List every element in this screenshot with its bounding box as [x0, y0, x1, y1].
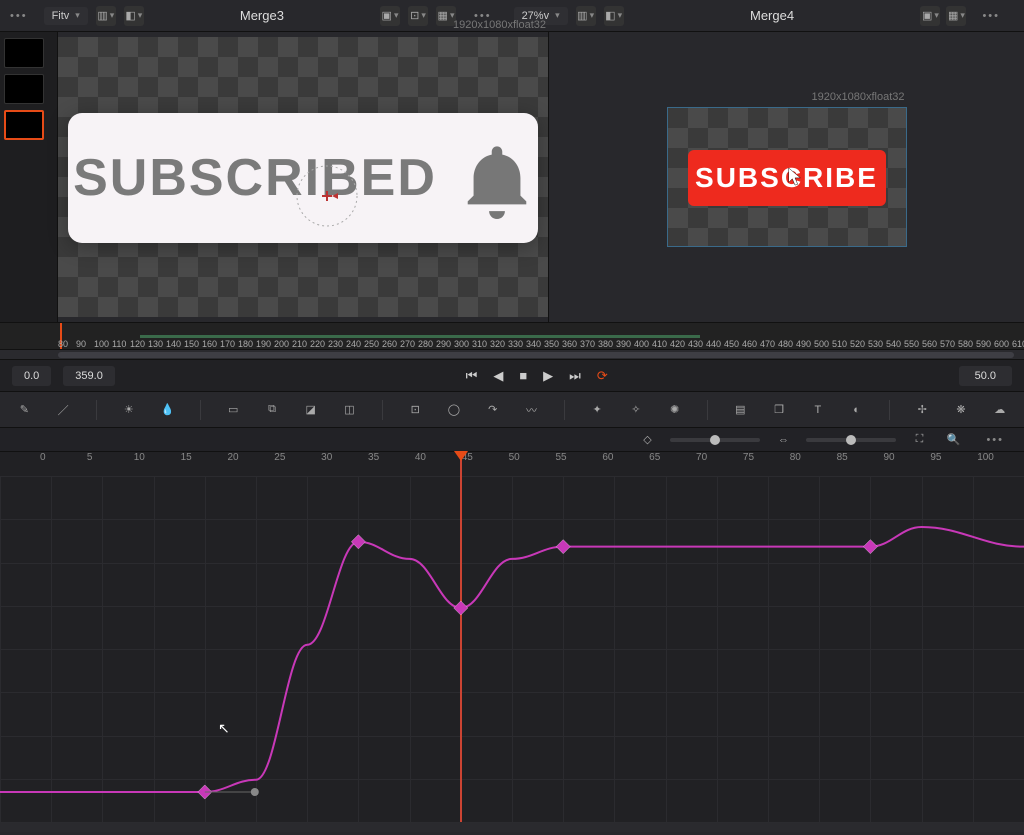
- play-button[interactable]: ▶: [543, 368, 553, 384]
- spline-scrollbar[interactable]: [0, 822, 1024, 832]
- drop-icon[interactable]: 💧: [157, 399, 178, 421]
- text-tool-icon[interactable]: T: [807, 399, 828, 421]
- snapshot-icon-b[interactable]: ▣: [920, 6, 940, 26]
- particles-icon[interactable]: ✦: [587, 399, 608, 421]
- cloud-icon[interactable]: ☁: [989, 399, 1010, 421]
- wave-icon[interactable]: 〰: [521, 399, 542, 421]
- viewer-a-title: Merge3: [152, 8, 372, 23]
- transport-bar: 0.0 359.0 ⏮ ◀ ■ ▶ ⏭ ⟳ 50.0: [0, 360, 1024, 392]
- layers-icon[interactable]: ▤: [730, 399, 751, 421]
- mouse-cursor-icon: ↖: [218, 720, 230, 737]
- more-menu-left[interactable]: •••: [0, 10, 38, 22]
- spline-editor[interactable]: 0510152025303540455055606570758085909510…: [0, 452, 1024, 822]
- cursor-icon: [786, 166, 804, 188]
- thumb-2[interactable]: [4, 74, 44, 104]
- circle-icon[interactable]: ◯: [444, 399, 465, 421]
- center-marker: [292, 161, 362, 231]
- line-tool-icon[interactable]: ／: [53, 399, 74, 421]
- fill-icon[interactable]: ◪: [300, 399, 321, 421]
- viewer-b[interactable]: 1920x1080xfloat32 SUBSCRIBE: [548, 32, 1024, 322]
- curve-icon[interactable]: ↷: [482, 399, 503, 421]
- channel-icon-b[interactable]: ◧: [604, 6, 624, 26]
- spark-icon[interactable]: ✧: [626, 399, 647, 421]
- fit-icon[interactable]: ⛶: [908, 429, 930, 451]
- mask-icon[interactable]: ◐: [846, 399, 867, 421]
- playhead-marker-icon[interactable]: [453, 450, 469, 462]
- zoom-slider-1[interactable]: [670, 438, 760, 442]
- options-icon[interactable]: ⊡: [408, 6, 428, 26]
- viewers-row: 1920x1080xfloat32 SUBSCRIBED 1920x1080xf…: [0, 32, 1024, 322]
- more-menu-b[interactable]: •••: [972, 10, 1010, 22]
- resolution-label-b: 1920x1080xfloat32: [812, 91, 905, 103]
- layout-icon[interactable]: ▥: [96, 6, 116, 26]
- handles-icon[interactable]: ⇔: [772, 429, 794, 451]
- spline-subtoolbar: ◇ ⇔ ⛶ 🔍 •••: [0, 428, 1024, 452]
- resolution-label-a: 1920x1080xfloat32: [453, 19, 546, 31]
- time-ruler[interactable]: 8090100110120130140150160170180190200210…: [0, 322, 1024, 350]
- channel-icon[interactable]: ◧: [124, 6, 144, 26]
- bell-icon: [461, 137, 533, 219]
- spline-ruler[interactable]: 0510152025303540455055606570758085909510…: [0, 452, 1024, 476]
- keyframe-nav-icon[interactable]: ◇: [636, 429, 658, 451]
- layout-icon-b[interactable]: ▥: [576, 6, 596, 26]
- snapshot-icon[interactable]: ▣: [380, 6, 400, 26]
- range-start[interactable]: 0.0: [12, 366, 51, 386]
- viewer-a[interactable]: 1920x1080xfloat32 SUBSCRIBED: [58, 32, 548, 322]
- light-icon[interactable]: ☀: [118, 399, 139, 421]
- burst-icon[interactable]: ✺: [664, 399, 685, 421]
- fit-dropdown-a[interactable]: Fitv: [44, 7, 88, 25]
- pen-tool-icon[interactable]: ✎: [14, 399, 35, 421]
- subscribed-text: SUBSCRIBED: [73, 148, 437, 208]
- fx1-icon[interactable]: ✢: [912, 399, 933, 421]
- stop-button[interactable]: ■: [519, 368, 527, 383]
- cube-icon[interactable]: ❒: [769, 399, 790, 421]
- thumb-1[interactable]: [4, 38, 44, 68]
- spline-curve[interactable]: [0, 476, 1024, 822]
- loop-button[interactable]: ⟳: [597, 368, 608, 384]
- window-icon[interactable]: ◫: [339, 399, 360, 421]
- copy-icon[interactable]: ⧉: [262, 399, 283, 421]
- goto-end-button[interactable]: ⏭: [569, 368, 581, 384]
- current-frame[interactable]: 50.0: [959, 366, 1012, 386]
- goto-start-button[interactable]: ⏮: [466, 368, 478, 384]
- zoom-slider-2[interactable]: [806, 438, 896, 442]
- preview-a-canvas: 1920x1080xfloat32 SUBSCRIBED: [58, 37, 548, 317]
- crop-icon[interactable]: ⊡: [405, 399, 426, 421]
- preview-b-canvas: SUBSCRIBE: [667, 107, 907, 247]
- step-back-button[interactable]: ◀: [493, 368, 503, 384]
- rect-tool-icon[interactable]: ▭: [223, 399, 244, 421]
- range-end[interactable]: 359.0: [63, 366, 115, 386]
- thumb-3-selected[interactable]: [4, 110, 44, 140]
- grid-icon-b[interactable]: ▦: [946, 6, 966, 26]
- spline-toolstrip: ✎ ／ ☀ 💧 ▭ ⧉ ◪ ◫ ⊡ ◯ ↷ 〰 ✦ ✧ ✺ ▤ ❒ T ◐ ✢ …: [0, 392, 1024, 428]
- ruler-scrollbar[interactable]: [0, 350, 1024, 360]
- thumbnail-strip: [0, 32, 58, 322]
- fx2-icon[interactable]: ❋: [951, 399, 972, 421]
- zoom-icon[interactable]: 🔍: [942, 429, 964, 451]
- spline-more-menu[interactable]: •••: [976, 434, 1014, 446]
- viewer-b-title: Merge4: [632, 8, 913, 23]
